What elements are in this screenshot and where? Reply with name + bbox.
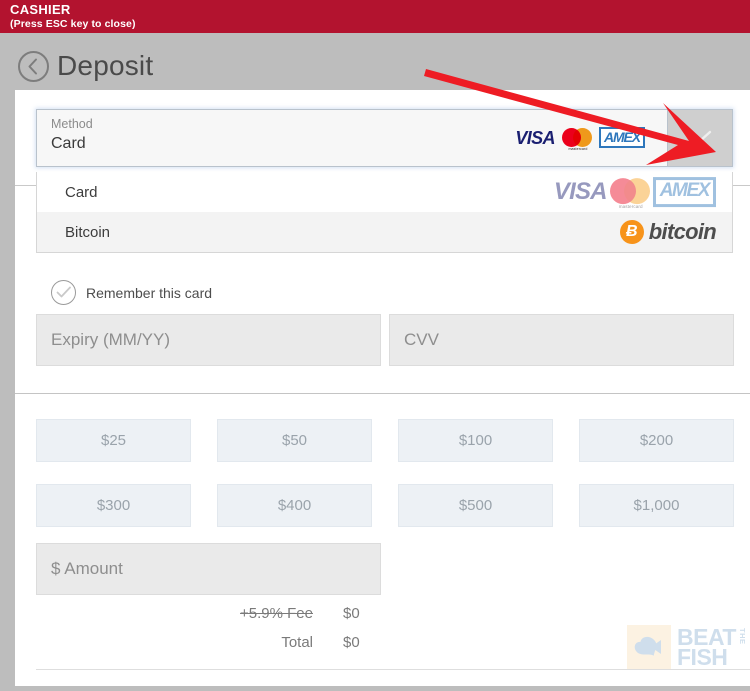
dropdown-option-label: Bitcoin [65, 223, 111, 241]
method-dropdown-list[interactable]: Card VISA mastercard AMEX Bitcoin Ƀ bitc… [36, 172, 733, 253]
dropdown-option-card-logos: VISA mastercard AMEX [553, 177, 716, 210]
dropdown-option-label: Card [65, 183, 98, 201]
method-select-card-logos: VISA mastercard AMEX [515, 127, 645, 151]
watermark-text: BEAT FISH THE [677, 625, 747, 670]
fee-label: +5.9% Fee [240, 605, 313, 622]
cashier-close-hint: (Press ESC key to close) [10, 18, 136, 30]
divider-left [15, 185, 36, 186]
check-icon [52, 286, 75, 308]
preset-amount-button[interactable]: $500 [398, 484, 553, 527]
expiry-input[interactable]: Expiry (MM/YY) [36, 314, 381, 366]
back-button[interactable] [18, 51, 49, 82]
method-select-label: Method [51, 117, 93, 131]
chevron-down-icon [685, 127, 715, 150]
section-divider [15, 393, 750, 394]
bitcoin-icon: Ƀ bitcoin [619, 220, 717, 244]
amount-input[interactable]: $ Amount [36, 543, 381, 595]
fee-row: +5.9% Fee $0 [135, 605, 395, 634]
cashier-deposit-screen: CASHIER (Press ESC key to close) Deposit… [0, 0, 750, 686]
preset-amount-button[interactable]: $1,000 [579, 484, 734, 527]
mastercard-icon: mastercard [609, 178, 650, 210]
watermark-fish: FISH [677, 644, 728, 670]
method-select-value: Card [51, 135, 86, 152]
amex-icon: AMEX [652, 177, 716, 207]
dropdown-option-card[interactable]: Card VISA mastercard AMEX [37, 172, 732, 212]
method-select[interactable]: Method Card VISA mastercard AMEX [36, 109, 733, 167]
visa-icon: VISA [515, 127, 555, 148]
remember-card-label: Remember this card [86, 284, 213, 301]
method-dropdown-toggle[interactable] [667, 110, 732, 166]
fee-value: $0 [343, 605, 360, 622]
cvv-input[interactable]: CVV [389, 314, 734, 366]
total-row: Total $0 [135, 634, 395, 663]
amex-icon: AMEX [598, 127, 645, 149]
divider-right [733, 185, 750, 186]
dropdown-option-bitcoin[interactable]: Bitcoin Ƀ bitcoin [37, 212, 732, 252]
beat-the-fish-watermark: BEAT FISH THE [627, 625, 747, 670]
total-label: Total [281, 634, 313, 651]
total-value: $0 [343, 634, 360, 651]
preset-amount-grid: $25 $50 $100 $200 $300 $400 $500 $1,000 [36, 419, 736, 527]
cashier-title: CASHIER [10, 2, 71, 17]
preset-amount-button[interactable]: $100 [398, 419, 553, 462]
totals-summary: +5.9% Fee $0 Total $0 [135, 605, 395, 663]
preset-amount-button[interactable]: $200 [579, 419, 734, 462]
visa-icon: VISA [553, 178, 608, 205]
preset-amount-button[interactable]: $400 [217, 484, 372, 527]
preset-amount-button[interactable]: $25 [36, 419, 191, 462]
preset-amount-button[interactable]: $50 [217, 419, 372, 462]
cashier-title-bar: CASHIER (Press ESC key to close) [0, 0, 750, 33]
dropdown-option-bitcoin-logo: Ƀ bitcoin [619, 220, 717, 244]
remember-card-row[interactable]: Remember this card [51, 280, 212, 305]
remember-card-checkbox[interactable] [51, 280, 76, 305]
watermark-the: THE [737, 627, 747, 645]
mastercard-icon: mastercard [561, 127, 592, 151]
page-title: Deposit [57, 50, 154, 81]
bottom-divider [36, 669, 750, 670]
fish-spade-icon [627, 625, 671, 669]
preset-amount-button[interactable]: $300 [36, 484, 191, 527]
deposit-panel: Method Card VISA mastercard AMEX Card VI… [15, 90, 750, 686]
